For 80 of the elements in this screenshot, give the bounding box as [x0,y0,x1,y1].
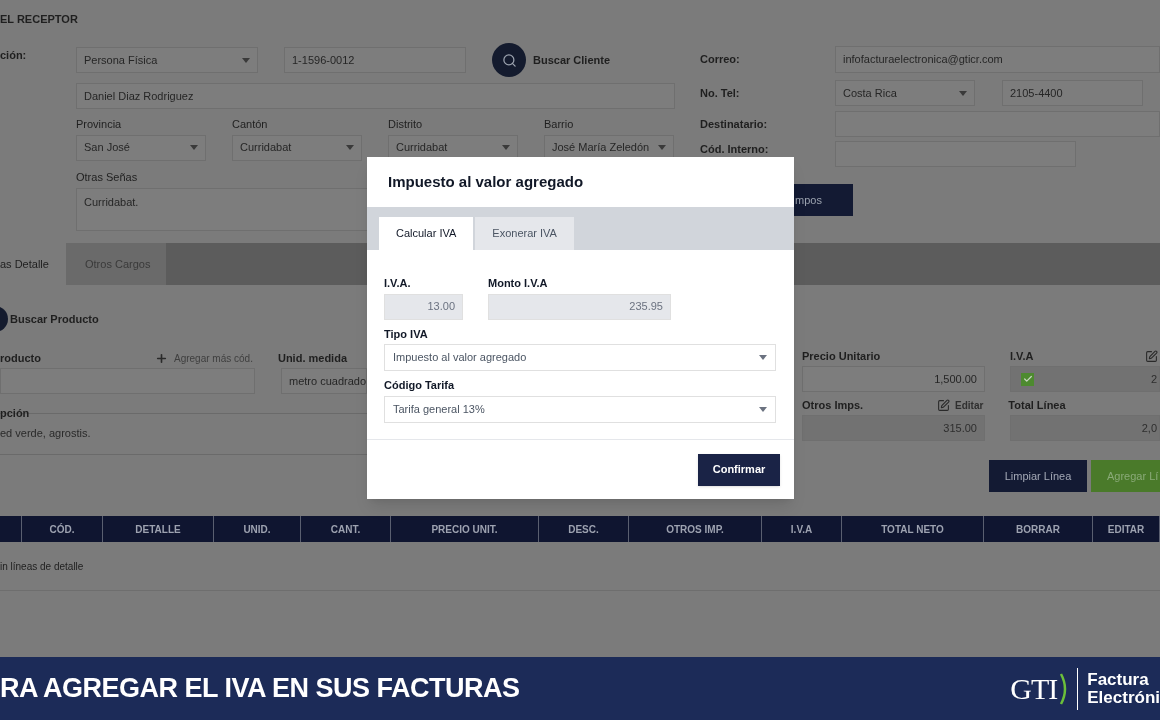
section-title: EL RECEPTOR [0,12,79,25]
brand-text: Electróni [1087,688,1160,707]
input-field[interactable]: 235.95 [488,293,671,320]
column-header: EDITAR [1093,516,1160,542]
field-label: No. Tel: [700,85,741,101]
field-label: Distrito [388,117,423,132]
column-header: TOTAL NETO [842,516,984,542]
plus-icon [155,351,168,365]
clear-fields-button[interactable]: mpos [793,184,853,216]
caret-icon [346,145,354,150]
modal-tab[interactable]: Exonerar IVA [475,217,574,250]
field-label: pción [0,407,30,419]
select-field[interactable]: Persona Física [76,47,258,73]
input-field[interactable]: infofacturaelectronica@gticr.com [835,46,1160,73]
field-label: Cantón [232,117,268,132]
column-header: PRECIO UNIT. [391,516,539,542]
column-header: BORRAR [984,516,1093,542]
field-label: Destinatario: [700,116,769,132]
input-field[interactable]: 1,500.00 [802,366,985,392]
select-field[interactable]: Curridabat [232,134,362,161]
empty-message: in líneas de detalle [0,559,84,574]
column-header: I.V.A [762,516,842,542]
search-icon [501,52,517,68]
clear-line-button[interactable]: Limpiar Línea [989,460,1087,492]
edit-icon[interactable] [1145,349,1158,363]
confirm-button[interactable]: Confirmar [698,453,780,486]
select-field[interactable]: Costa Rica [835,80,975,106]
field-label: I.V.A [1010,348,1035,364]
field-label: Código Tarifa [384,378,456,393]
field-label: Total Línea [1008,397,1066,413]
select-field[interactable]: Impuesto al valor agregado [384,344,776,371]
field-label: roducto [0,350,42,366]
column-header: DETALLE [103,516,214,542]
add-line-button[interactable]: Agregar Lí [1091,460,1160,492]
column-header: OTROS IMP. [629,516,762,542]
input-field[interactable]: 1-1596-0012 [284,47,466,73]
caret-icon [759,355,767,360]
column-header: DESC. [539,516,629,542]
caret-icon [502,145,510,150]
field-label: Barrio [544,117,574,132]
search-product-button[interactable]: Buscar Producto [10,310,99,328]
field-label: Otras Señas [76,169,138,185]
edit-link[interactable]: Editar [955,397,984,413]
caret-icon [242,57,250,63]
caret-icon [759,406,767,412]
search-client-button[interactable]: Buscar Cliente [492,43,611,77]
column-header: UNID. [214,516,301,542]
input-field[interactable]: Daniel Diaz Rodriguez [76,83,675,109]
input-field[interactable]: metro cuadrado [281,368,367,394]
caret-icon [959,90,967,96]
field-label: Correo: [700,52,741,68]
caret-icon [190,145,198,150]
field-label: ción: [0,48,28,63]
field-label: Otros Imps. [802,397,865,413]
select-field[interactable]: Tarifa general 13% [384,395,776,423]
caret-icon [658,145,666,150]
checkbox[interactable] [1021,372,1034,386]
caption-text: RA AGREGAR EL IVA EN SUS FACTURAS [0,672,520,706]
input-field[interactable]: 2105-4400 [1002,80,1143,106]
input-field[interactable]: 315.00 [802,415,985,441]
select-field[interactable]: San José [76,134,206,161]
modal-tab[interactable]: Calcular IVA [379,217,474,250]
field-label: I.V.A. [384,276,412,291]
field-label: Unid. medida [277,350,347,366]
input-field[interactable]: 13.00 [384,293,463,320]
logo-text: GTI [1010,671,1058,707]
field-label: Cód. Interno: [700,142,770,157]
field-label: Tipo IVA [384,326,429,342]
field-label: Monto I.V.A [488,276,549,291]
modal-title: Impuesto al valor agregado [387,171,585,192]
field-label: Provincia [76,117,122,132]
column-header: CANT. [301,516,391,542]
input-field[interactable]: 2 [1010,366,1160,392]
check-icon [1022,374,1033,384]
edit-icon[interactable] [937,398,950,412]
detail-tab[interactable]: as Detalle [0,243,66,285]
field-label: Precio Unitario [802,348,882,364]
brand-text: Factura [1087,670,1150,689]
column-header: CÓD. [22,516,103,542]
input-field[interactable]: 2,0 [1010,415,1160,441]
